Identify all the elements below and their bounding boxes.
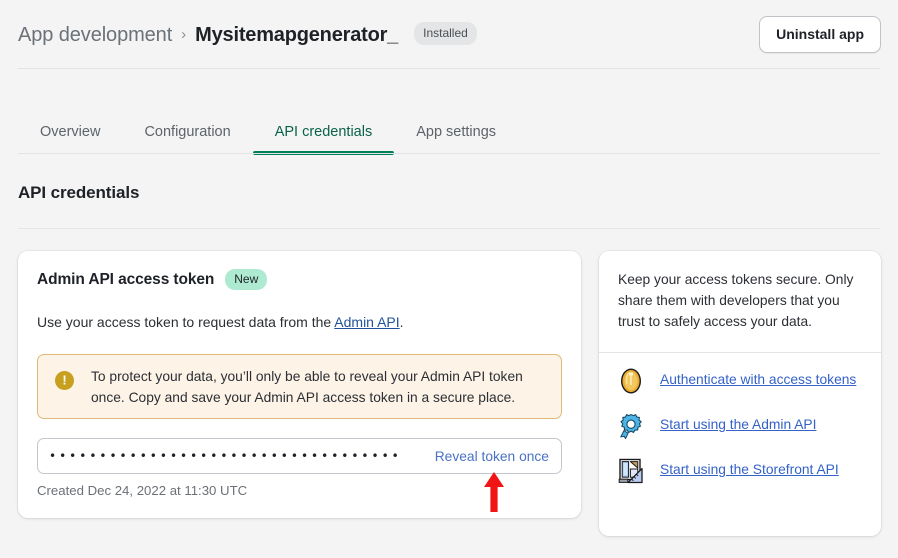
- badge-new: New: [225, 269, 268, 290]
- breadcrumb-parent-link[interactable]: App development: [18, 24, 172, 47]
- token-description-suffix: .: [399, 314, 404, 330]
- token-card-description: Use your access token to request data fr…: [37, 314, 404, 330]
- app-credentials-page: App development › Mysitemapgenerator_ In…: [0, 0, 898, 558]
- breadcrumb: App development › Mysitemapgenerator_ In…: [18, 18, 477, 52]
- reveal-token-once-button[interactable]: Reveal token once: [435, 439, 549, 473]
- tab-overview[interactable]: Overview: [18, 124, 122, 154]
- masked-token-value: •••••••••••••••••••••••••••••••••••: [49, 449, 402, 463]
- masked-token-field[interactable]: ••••••••••••••••••••••••••••••••••• Reve…: [37, 438, 562, 474]
- header-divider: [18, 68, 880, 69]
- token-card-header: Admin API access token New: [37, 269, 268, 290]
- list-item[interactable]: Authenticate with access tokens: [618, 366, 870, 396]
- tab-app-settings[interactable]: App settings: [394, 124, 518, 154]
- page-header: App development › Mysitemapgenerator_ In…: [0, 0, 898, 68]
- list-item[interactable]: Start using the Storefront API: [618, 456, 870, 486]
- page-title-app-name: Mysitemapgenerator_: [195, 23, 399, 46]
- token-description-prefix: Use your access token to request data fr…: [37, 314, 335, 330]
- list-item[interactable]: Start using the Admin API: [618, 411, 870, 441]
- token-card-title: Admin API access token: [37, 270, 215, 288]
- link-start-using-storefront-api[interactable]: Start using the Storefront API: [660, 456, 839, 480]
- token-help-card: Keep your access tokens secure. Only sha…: [599, 251, 881, 536]
- storefront-document-icon: [618, 456, 644, 486]
- access-token-coin-icon: [618, 366, 644, 396]
- exclamation-circle-icon: !: [55, 371, 74, 390]
- uninstall-app-button[interactable]: Uninstall app: [759, 16, 881, 53]
- link-start-using-admin-api[interactable]: Start using the Admin API: [660, 411, 816, 435]
- status-badge-installed: Installed: [414, 21, 477, 45]
- tab-api-credentials[interactable]: API credentials: [252, 124, 395, 155]
- link-authenticate-with-access-tokens[interactable]: Authenticate with access tokens: [660, 366, 856, 390]
- token-warning-banner: ! To protect your data, you’ll only be a…: [37, 354, 562, 419]
- help-card-divider: [599, 352, 881, 353]
- token-security-note: Keep your access tokens secure. Only sha…: [618, 272, 854, 329]
- exclamation-glyph: !: [62, 372, 67, 388]
- gear-icon: [618, 411, 644, 441]
- section-divider: [18, 228, 880, 229]
- token-created-timestamp: Created Dec 24, 2022 at 11:30 UTC: [37, 483, 248, 498]
- help-links-list: Authenticate with access tokens Start us…: [618, 366, 870, 501]
- section-heading: API credentials: [18, 183, 140, 202]
- tab-bar: Overview Configuration API credentials A…: [18, 112, 518, 155]
- token-warning-text: To protect your data, you’ll only be abl…: [91, 369, 523, 405]
- tab-configuration[interactable]: Configuration: [122, 124, 252, 154]
- admin-api-token-card: Admin API access token New Use your acce…: [18, 251, 581, 518]
- admin-api-link[interactable]: Admin API: [334, 314, 399, 330]
- tab-bar-divider: [18, 153, 880, 154]
- chevron-right-icon: ›: [181, 25, 187, 43]
